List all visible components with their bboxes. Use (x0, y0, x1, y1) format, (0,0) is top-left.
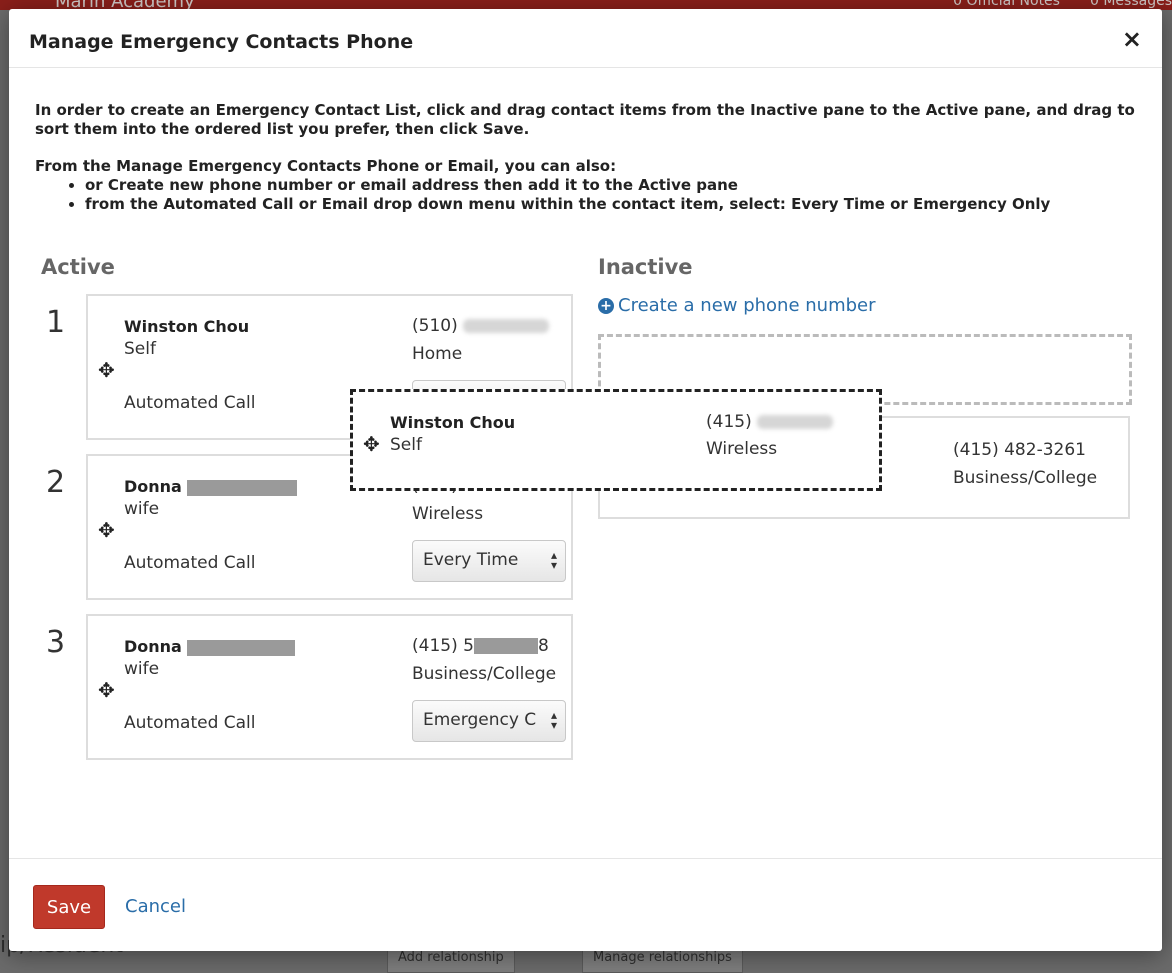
automated-call-select[interactable]: Emergency C ▴ ▾ (412, 700, 566, 742)
automated-call-label: Automated Call (124, 393, 256, 413)
phone-type: Business/College (953, 468, 1098, 488)
automated-call-label: Automated Call (124, 553, 256, 573)
phone-type: Wireless (412, 504, 484, 524)
contact-phone: (510) (412, 316, 550, 336)
instructions-bullet: from the Automated Call or Email drop do… (85, 195, 1145, 214)
move-icon[interactable]: ✥ (98, 520, 115, 540)
contact-relation: wife (124, 499, 160, 519)
select-arrows-icon: ▴▾ (550, 708, 557, 732)
contact-relation: Self (390, 435, 422, 455)
save-button[interactable]: Save (33, 885, 105, 929)
messages-link: 0 Messages (1089, 0, 1172, 9)
active-item-number: 1 (46, 305, 66, 340)
redacted-number (463, 319, 550, 333)
close-icon[interactable]: × (1122, 27, 1142, 51)
manage-emergency-contacts-modal: Manage Emergency Contacts Phone × In ord… (9, 9, 1162, 951)
contact-relation: Self (124, 339, 156, 359)
contact-name: Winston Chou (124, 317, 250, 336)
inactive-pane-title: Inactive (598, 255, 693, 279)
redacted-number (473, 638, 538, 654)
select-arrows-icon: ▴▾ (550, 548, 557, 572)
app-header-right: 0 Official Notes 0 Messages (953, 0, 1172, 9)
cancel-link[interactable]: Cancel (125, 896, 186, 917)
official-notes-link: 0 Official Notes (953, 0, 1060, 9)
plus-circle-icon: + (598, 298, 614, 314)
modal-footer: Save Cancel (9, 858, 1162, 952)
active-contact-card[interactable]: ✥ Donna wife Automated Call (415) 58 Bus… (86, 614, 573, 760)
automated-call-select[interactable]: Every Time ▴ ▾ (412, 540, 566, 582)
phone-type: Business/College (412, 664, 557, 684)
instructions: In order to create an Emergency Contact … (35, 101, 1145, 214)
automated-call-label: Automated Call (124, 713, 256, 733)
modal-header: Manage Emergency Contacts Phone × (9, 9, 1162, 68)
modal-title: Manage Emergency Contacts Phone (29, 31, 414, 53)
phone-type: Home (412, 344, 463, 364)
instructions-bullet: or Create new phone number or email addr… (85, 176, 1145, 195)
contact-name: Donna (124, 477, 298, 496)
contact-phone: (415) 58 (412, 636, 549, 656)
create-phone-number-link[interactable]: + Create a new phone number (598, 295, 876, 316)
phone-type: Wireless (706, 439, 778, 459)
redacted-number (757, 415, 834, 429)
contact-name: Winston Chou (390, 413, 516, 432)
contact-phone: (415) (706, 412, 834, 432)
dragging-contact-card[interactable]: ✥ Winston Chou Self (415) Wireless (350, 389, 882, 491)
contact-name: Donna (124, 637, 296, 656)
redacted-surname (187, 639, 296, 656)
contact-phone: (415) 482-3261 (953, 440, 1086, 460)
move-icon[interactable]: ✥ (98, 360, 115, 380)
contact-relation: wife (124, 659, 160, 679)
active-pane-title: Active (41, 255, 115, 279)
active-item-number: 2 (46, 465, 66, 500)
move-icon[interactable]: ✥ (363, 434, 380, 454)
instructions-list: or Create new phone number or email addr… (35, 176, 1145, 214)
instructions-intro: From the Manage Emergency Contacts Phone… (35, 157, 617, 175)
instructions-paragraph: In order to create an Emergency Contact … (35, 101, 1135, 138)
redacted-surname (187, 479, 298, 496)
move-icon[interactable]: ✥ (98, 680, 115, 700)
active-item-number: 3 (46, 625, 66, 660)
